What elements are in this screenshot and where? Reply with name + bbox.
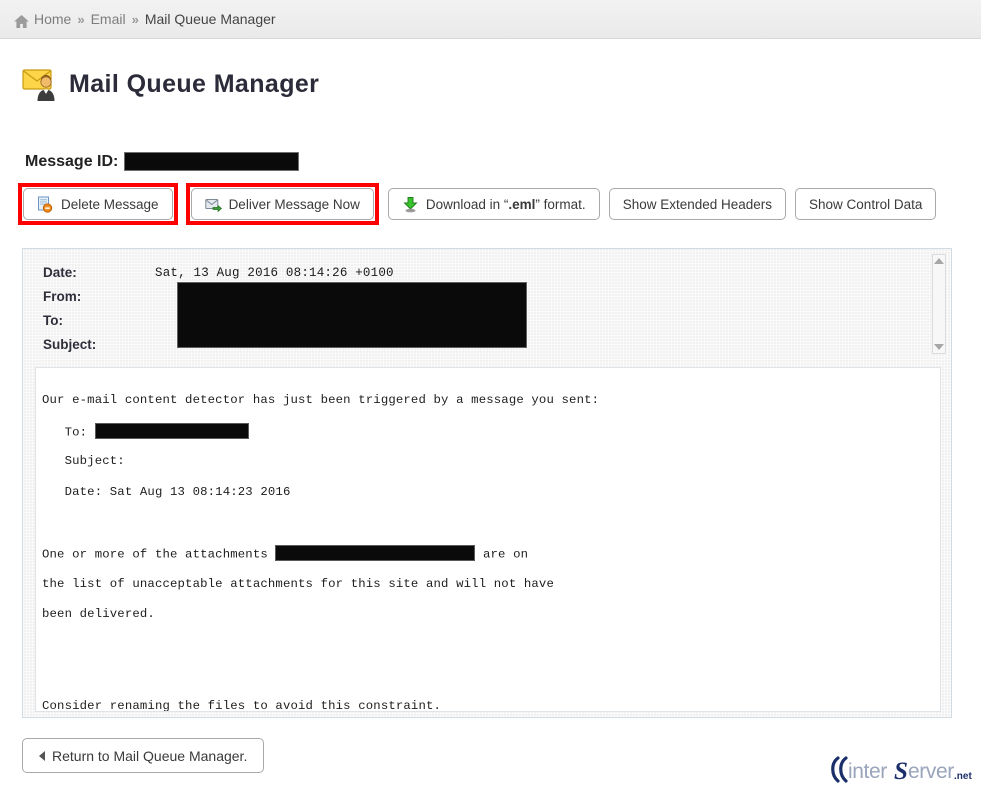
return-button-label: Return to Mail Queue Manager. xyxy=(52,748,247,764)
body-line: One or more of the attachments are on xyxy=(42,546,940,561)
svg-text:erver: erver xyxy=(908,760,954,783)
message-body-text: Our e-mail content detector has just bee… xyxy=(42,378,940,712)
body-attachments-post: are on xyxy=(475,548,528,562)
deliver-message-now-highlight: Deliver Message Now xyxy=(186,183,379,225)
show-control-data-label: Show Control Data xyxy=(809,197,922,212)
header-label-date: Date: xyxy=(43,261,155,285)
body-line: the list of unacceptable attachments for… xyxy=(42,577,940,592)
message-id-label: Message ID: xyxy=(25,153,118,171)
download-arrow-icon xyxy=(402,196,419,213)
deliver-message-now-label: Deliver Message Now xyxy=(229,197,360,212)
svg-text:inter: inter xyxy=(848,760,887,783)
message-id-row: Message ID: xyxy=(25,152,981,171)
breadcrumb-item-home[interactable]: Home xyxy=(34,11,71,27)
show-extended-headers-label: Show Extended Headers xyxy=(623,197,772,212)
document-delete-icon xyxy=(37,196,54,213)
breadcrumb-item-email[interactable]: Email xyxy=(91,11,126,27)
body-line: been delivered. xyxy=(42,607,940,622)
back-caret-icon xyxy=(39,751,45,761)
body-line-blank xyxy=(42,638,940,653)
show-control-data-button[interactable]: Show Control Data xyxy=(795,188,936,220)
download-eml-label-pre: Download in “ xyxy=(426,197,509,212)
body-line-blank xyxy=(42,669,940,684)
envelope-arrow-icon xyxy=(205,196,222,213)
page-header: Mail Queue Manager xyxy=(22,66,981,102)
download-eml-label-ext: .eml xyxy=(508,197,535,212)
body-line: Date: Sat Aug 13 08:14:23 2016 xyxy=(42,485,940,500)
message-headers-area: Date: Sat, 13 Aug 2016 08:14:26 +0100 Fr… xyxy=(23,249,951,361)
interserver-logo: inter S erver .net xyxy=(828,755,973,785)
body-line: To: xyxy=(42,424,940,439)
header-label-to: To: xyxy=(43,309,155,333)
svg-text:.net: .net xyxy=(954,771,972,782)
body-line: Our e-mail content detector has just bee… xyxy=(42,393,940,408)
chevron-up-icon[interactable] xyxy=(934,258,944,264)
chevron-down-icon[interactable] xyxy=(934,344,944,350)
mail-user-icon xyxy=(22,66,60,102)
breadcrumb-item-mail-queue-manager: Mail Queue Manager xyxy=(145,11,276,27)
body-attachment-name-redacted xyxy=(275,545,475,561)
body-line: Consider renaming the files to avoid thi… xyxy=(42,699,940,712)
breadcrumb-separator: » xyxy=(132,12,139,27)
body-line-blank xyxy=(42,516,940,531)
action-toolbar: Delete Message Deliver Message Now Downl… xyxy=(18,183,981,225)
breadcrumb-separator: » xyxy=(77,12,84,27)
breadcrumb: Home » Email » Mail Queue Manager xyxy=(0,0,981,39)
message-body-area: Our e-mail content detector has just bee… xyxy=(35,367,941,712)
body-line: Subject: xyxy=(42,454,940,469)
delete-message-highlight: Delete Message xyxy=(18,183,178,225)
footer: Return to Mail Queue Manager. xyxy=(22,738,264,773)
body-to-value-redacted xyxy=(95,423,249,439)
download-eml-button[interactable]: Download in “.eml” format. xyxy=(388,188,600,220)
delete-message-label: Delete Message xyxy=(61,197,159,212)
headers-values-redacted xyxy=(177,282,527,348)
body-to-label: To: xyxy=(42,425,95,439)
headers-scrollbar[interactable] xyxy=(932,254,946,354)
body-attachments-pre: One or more of the attachments xyxy=(42,548,275,562)
deliver-message-now-button[interactable]: Deliver Message Now xyxy=(191,188,374,220)
header-label-subject: Subject: xyxy=(43,333,155,357)
header-label-from: From: xyxy=(43,285,155,309)
return-to-mail-queue-manager-button[interactable]: Return to Mail Queue Manager. xyxy=(22,738,264,773)
svg-text:S: S xyxy=(894,758,908,785)
show-extended-headers-button[interactable]: Show Extended Headers xyxy=(609,188,786,220)
message-id-value-redacted xyxy=(124,152,299,171)
page-title: Mail Queue Manager xyxy=(69,70,319,99)
message-detail-panel: Date: Sat, 13 Aug 2016 08:14:26 +0100 Fr… xyxy=(22,248,952,718)
delete-message-button[interactable]: Delete Message xyxy=(23,188,173,220)
download-eml-label-post: ” format. xyxy=(535,197,585,212)
home-icon xyxy=(14,15,29,28)
